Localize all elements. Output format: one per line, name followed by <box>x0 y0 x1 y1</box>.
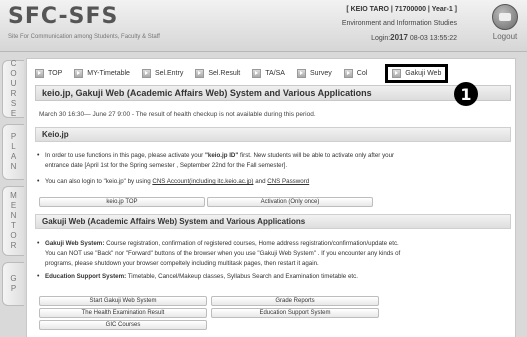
start-gakuji-web-button[interactable]: Start Gakuji Web System <box>39 296 207 306</box>
department: Environment and Information Studies <box>341 20 457 27</box>
callout-marker: 1 <box>454 82 478 106</box>
sidetab-gp[interactable]: GP <box>2 262 24 306</box>
tab-gakuji-web[interactable]: Gakuji Web <box>385 63 449 83</box>
login-label: Login: <box>371 35 391 42</box>
logout-label[interactable]: Logout <box>489 32 521 41</box>
sidetab-plan[interactable]: PLAN <box>2 124 24 180</box>
tab-my-timetable[interactable]: MY-Timetable <box>74 68 130 78</box>
gakuji-bullet-system: Gakuji Web System: Course registration, … <box>37 239 505 269</box>
tab-bar: TOP MY-Timetable Sel.Entry Sel.Result TA… <box>35 63 460 83</box>
sidetab-course[interactable]: COURSE <box>2 59 24 118</box>
tab-ta-sa[interactable]: TA/SA <box>252 68 285 78</box>
health-notice: March 30 16:30— June 27 9:00 - The resul… <box>39 111 316 118</box>
main-panel: TOP MY-Timetable Sel.Entry Sel.Result TA… <box>26 58 516 337</box>
arrow-icon <box>392 68 402 78</box>
site-logo[interactable]: SFC-SFS <box>8 4 118 29</box>
logout-button[interactable]: Logout <box>489 4 521 41</box>
health-result-button[interactable]: The Health Examination Result <box>39 308 207 318</box>
logout-icon[interactable] <box>492 4 518 30</box>
page-title: keio.jp, Gakuji Web (Academic Affairs We… <box>35 85 511 101</box>
arrow-icon <box>252 68 262 78</box>
section-gakuji-title: Gakuji Web (Academic Affairs Web) System… <box>35 214 511 229</box>
tab-col[interactable]: Col <box>343 68 367 78</box>
tab-sel-result[interactable]: Sel.Result <box>195 68 240 78</box>
arrow-icon <box>296 68 306 78</box>
cns-password-link[interactable]: CNS Password <box>267 178 309 185</box>
tab-survey[interactable]: Survey <box>296 68 332 78</box>
gakuji-bullet-education: Education Support System: Timetable, Can… <box>37 272 505 282</box>
login-datetime: 08-03 13:55:22 <box>407 35 457 42</box>
sidetab-mentor[interactable]: MENTOR <box>2 186 24 256</box>
keiojp-bullet-cns: You can also login to "keio.jp" by using… <box>37 177 505 187</box>
site-tagline: Site For Communication among Students, F… <box>8 34 160 40</box>
arrow-icon <box>35 68 44 78</box>
gic-courses-button[interactable]: GIC Courses <box>39 320 207 330</box>
keiojp-bullet-activate: In order to use functions in this page, … <box>37 151 505 171</box>
section-keiojp-title: Keio.jp <box>35 127 511 142</box>
arrow-icon <box>74 68 84 78</box>
arrow-icon <box>141 68 151 78</box>
grade-reports-button[interactable]: Grade Reports <box>211 296 379 306</box>
arrow-icon <box>195 68 205 78</box>
login-timestamp: Login:2017 08-03 13:55:22 <box>371 33 457 42</box>
tab-sel-entry[interactable]: Sel.Entry <box>141 68 183 78</box>
user-id: [ KEIO TARO | 71700000 | Year-1 ] <box>346 6 457 13</box>
login-year: 2017 <box>390 33 408 42</box>
education-support-button[interactable]: Education Support System <box>211 308 379 318</box>
cns-account-link[interactable]: CNS Account(including itc.keio.ac.jp) <box>152 178 253 185</box>
keiojp-top-button[interactable]: keio.jp TOP <box>39 197 205 207</box>
activation-button[interactable]: Activation (Only once) <box>207 197 373 207</box>
tab-top[interactable]: TOP <box>35 68 62 78</box>
header: SFC-SFS Site For Communication among Stu… <box>0 0 527 52</box>
user-info: [ KEIO TARO | 71700000 | Year-1 ] <box>346 6 457 13</box>
arrow-icon <box>343 68 353 78</box>
